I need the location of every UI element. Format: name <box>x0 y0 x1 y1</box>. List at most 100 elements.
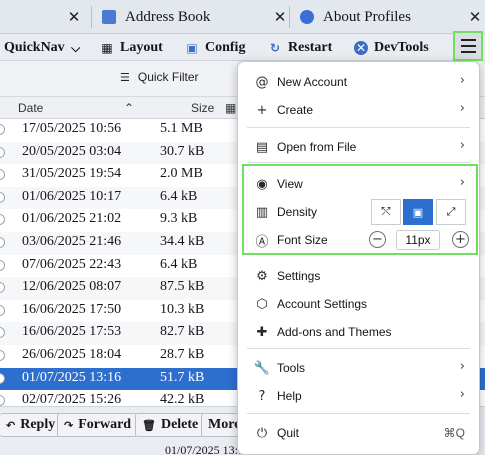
menu-item-help[interactable]: ? Help › <box>238 385 479 407</box>
layout-button[interactable]: ▦ Layout <box>100 37 163 59</box>
row-size: 2.0 MB <box>160 166 203 182</box>
tab-strip: ✕ Address Book ✕ About Profiles ✕ <box>0 0 485 34</box>
forward-button[interactable]: ↷ Forward <box>57 413 139 437</box>
file-icon: ▤ <box>255 139 269 155</box>
density-normal-button[interactable]: ▣ <box>403 199 433 225</box>
restart-button[interactable]: ↻ Restart <box>268 37 332 59</box>
config-label: Config <box>205 40 246 55</box>
menu-item-new-account[interactable]: @ New Account › <box>238 71 479 93</box>
row-date: 26/06/2025 18:04 <box>22 346 122 362</box>
menu-item-label: New Account <box>277 75 348 89</box>
at-sign-icon: @ <box>255 74 269 90</box>
menu-item-open-from-file[interactable]: ▤ Open from File › <box>238 136 479 158</box>
read-status-icon[interactable] <box>0 124 5 135</box>
row-size: 34.4 kB <box>160 233 205 249</box>
read-status-icon[interactable] <box>0 327 5 339</box>
restart-label: Restart <box>288 40 333 55</box>
close-icon[interactable]: ✕ <box>64 8 84 26</box>
trash-icon: 🗑 <box>142 418 156 432</box>
menu-item-account-settings[interactable]: ⬡ Account Settings <box>238 293 479 315</box>
read-status-icon[interactable] <box>0 169 5 181</box>
row-date: 01/06/2025 21:02 <box>22 211 122 227</box>
read-status-icon[interactable] <box>0 304 5 316</box>
plus-icon: + <box>256 102 268 118</box>
firefox-icon <box>300 10 314 24</box>
column-header-date[interactable]: Date <box>18 101 43 115</box>
hamburger-line <box>460 45 476 47</box>
chevron-right-icon: › <box>459 73 465 88</box>
layout-label: Layout <box>120 40 163 55</box>
delete-button[interactable]: 🗑 Delete <box>135 413 206 437</box>
font-size-icon: Ⓐ <box>255 234 269 250</box>
density-relaxed-button[interactable]: ⤢ <box>436 199 466 225</box>
tab-address-book[interactable]: Address Book ✕ <box>92 0 290 34</box>
relaxed-icon: ⤢ <box>446 205 456 218</box>
row-date: 20/05/2025 03:04 <box>22 143 122 159</box>
tab-label: About Profiles <box>323 8 411 25</box>
reply-button[interactable]: ↶ Reply <box>0 413 63 437</box>
row-date: 16/06/2025 17:50 <box>22 301 122 317</box>
reply-icon: ↶ <box>6 418 16 432</box>
quicknav-label: QuickNav <box>4 40 65 55</box>
tab-mail[interactable]: ✕ <box>0 0 92 34</box>
hamburger-line <box>460 51 476 53</box>
close-icon[interactable]: ✕ <box>465 8 485 26</box>
column-header-size[interactable]: Size <box>191 101 214 115</box>
hamburger-icon <box>460 39 476 41</box>
density-compact-button[interactable]: ⤲ <box>371 199 401 225</box>
reply-label: Reply <box>20 417 56 432</box>
row-date: 01/06/2025 10:17 <box>22 188 122 204</box>
column-picker-icon[interactable]: ▦ <box>225 101 236 115</box>
row-size: 30.7 kB <box>160 143 205 159</box>
row-size: 5.1 MB <box>160 121 203 136</box>
menu-item-label: Open from File <box>277 140 357 154</box>
font-size-increase-button[interactable]: + <box>452 231 469 248</box>
config-icon: ▣ <box>186 41 198 55</box>
row-size: 10.3 kB <box>160 301 205 317</box>
menu-item-quit[interactable]: ⏻ Quit ⌘Q <box>238 422 479 444</box>
row-size: 87.5 kB <box>160 279 205 295</box>
quick-filter-button[interactable]: ☰ Quick Filter <box>120 70 199 84</box>
forward-icon: ↷ <box>64 418 74 432</box>
menu-item-create[interactable]: + Create › <box>238 99 479 121</box>
row-date: 17/05/2025 10:56 <box>22 121 122 136</box>
close-icon[interactable]: ✕ <box>270 8 290 26</box>
plus-icon: + <box>455 232 466 247</box>
row-date: 03/06/2025 21:46 <box>22 233 122 249</box>
app-menu-panel: @ New Account › + Create › ▤ Open from F… <box>237 61 480 455</box>
config-button[interactable]: ▣ Config <box>185 37 245 59</box>
font-size-decrease-button[interactable]: − <box>369 231 386 248</box>
read-status-icon[interactable] <box>0 282 5 294</box>
read-status-icon[interactable] <box>0 236 5 248</box>
app-menu-button[interactable] <box>453 31 483 61</box>
quicknav-button[interactable]: QuickNav ⌵ <box>4 37 83 59</box>
menu-item-label: Add-ons and Themes <box>277 325 392 339</box>
menu-item-tools[interactable]: 🔧 Tools › <box>238 357 479 379</box>
read-status-icon[interactable] <box>0 259 5 271</box>
tab-about-profiles[interactable]: About Profiles ✕ <box>290 0 485 34</box>
devtools-icon: ✕ <box>354 41 368 55</box>
read-status-icon[interactable] <box>0 349 5 361</box>
chevron-right-icon: › <box>459 387 465 402</box>
menu-item-addons[interactable]: ✚ Add-ons and Themes <box>238 321 479 343</box>
menu-item-settings[interactable]: ⚙ Settings <box>238 265 479 287</box>
delete-label: Delete <box>160 417 199 432</box>
font-size-field[interactable]: 11px <box>396 230 440 250</box>
eye-icon: ◉ <box>256 176 268 192</box>
read-status-icon[interactable] <box>0 395 5 407</box>
read-status-icon[interactable] <box>0 372 5 384</box>
power-icon: ⏻ <box>256 425 268 441</box>
quick-filter-label: Quick Filter <box>137 70 199 84</box>
read-status-icon[interactable] <box>0 191 5 203</box>
read-status-icon[interactable] <box>0 146 5 158</box>
read-status-icon[interactable] <box>0 214 5 226</box>
devtools-button[interactable]: ✕ DevTools <box>354 37 429 59</box>
wrench-icon: 🔧 <box>253 360 271 376</box>
row-size: 51.7 kB <box>160 369 205 385</box>
puzzle-icon: ✚ <box>256 324 268 340</box>
menu-separator <box>247 127 470 128</box>
menu-item-label: Help <box>277 389 302 403</box>
row-date: 07/06/2025 22:43 <box>22 256 122 272</box>
menu-item-view[interactable]: ◉ View › <box>238 173 479 195</box>
row-size: 82.7 kB <box>160 324 205 340</box>
